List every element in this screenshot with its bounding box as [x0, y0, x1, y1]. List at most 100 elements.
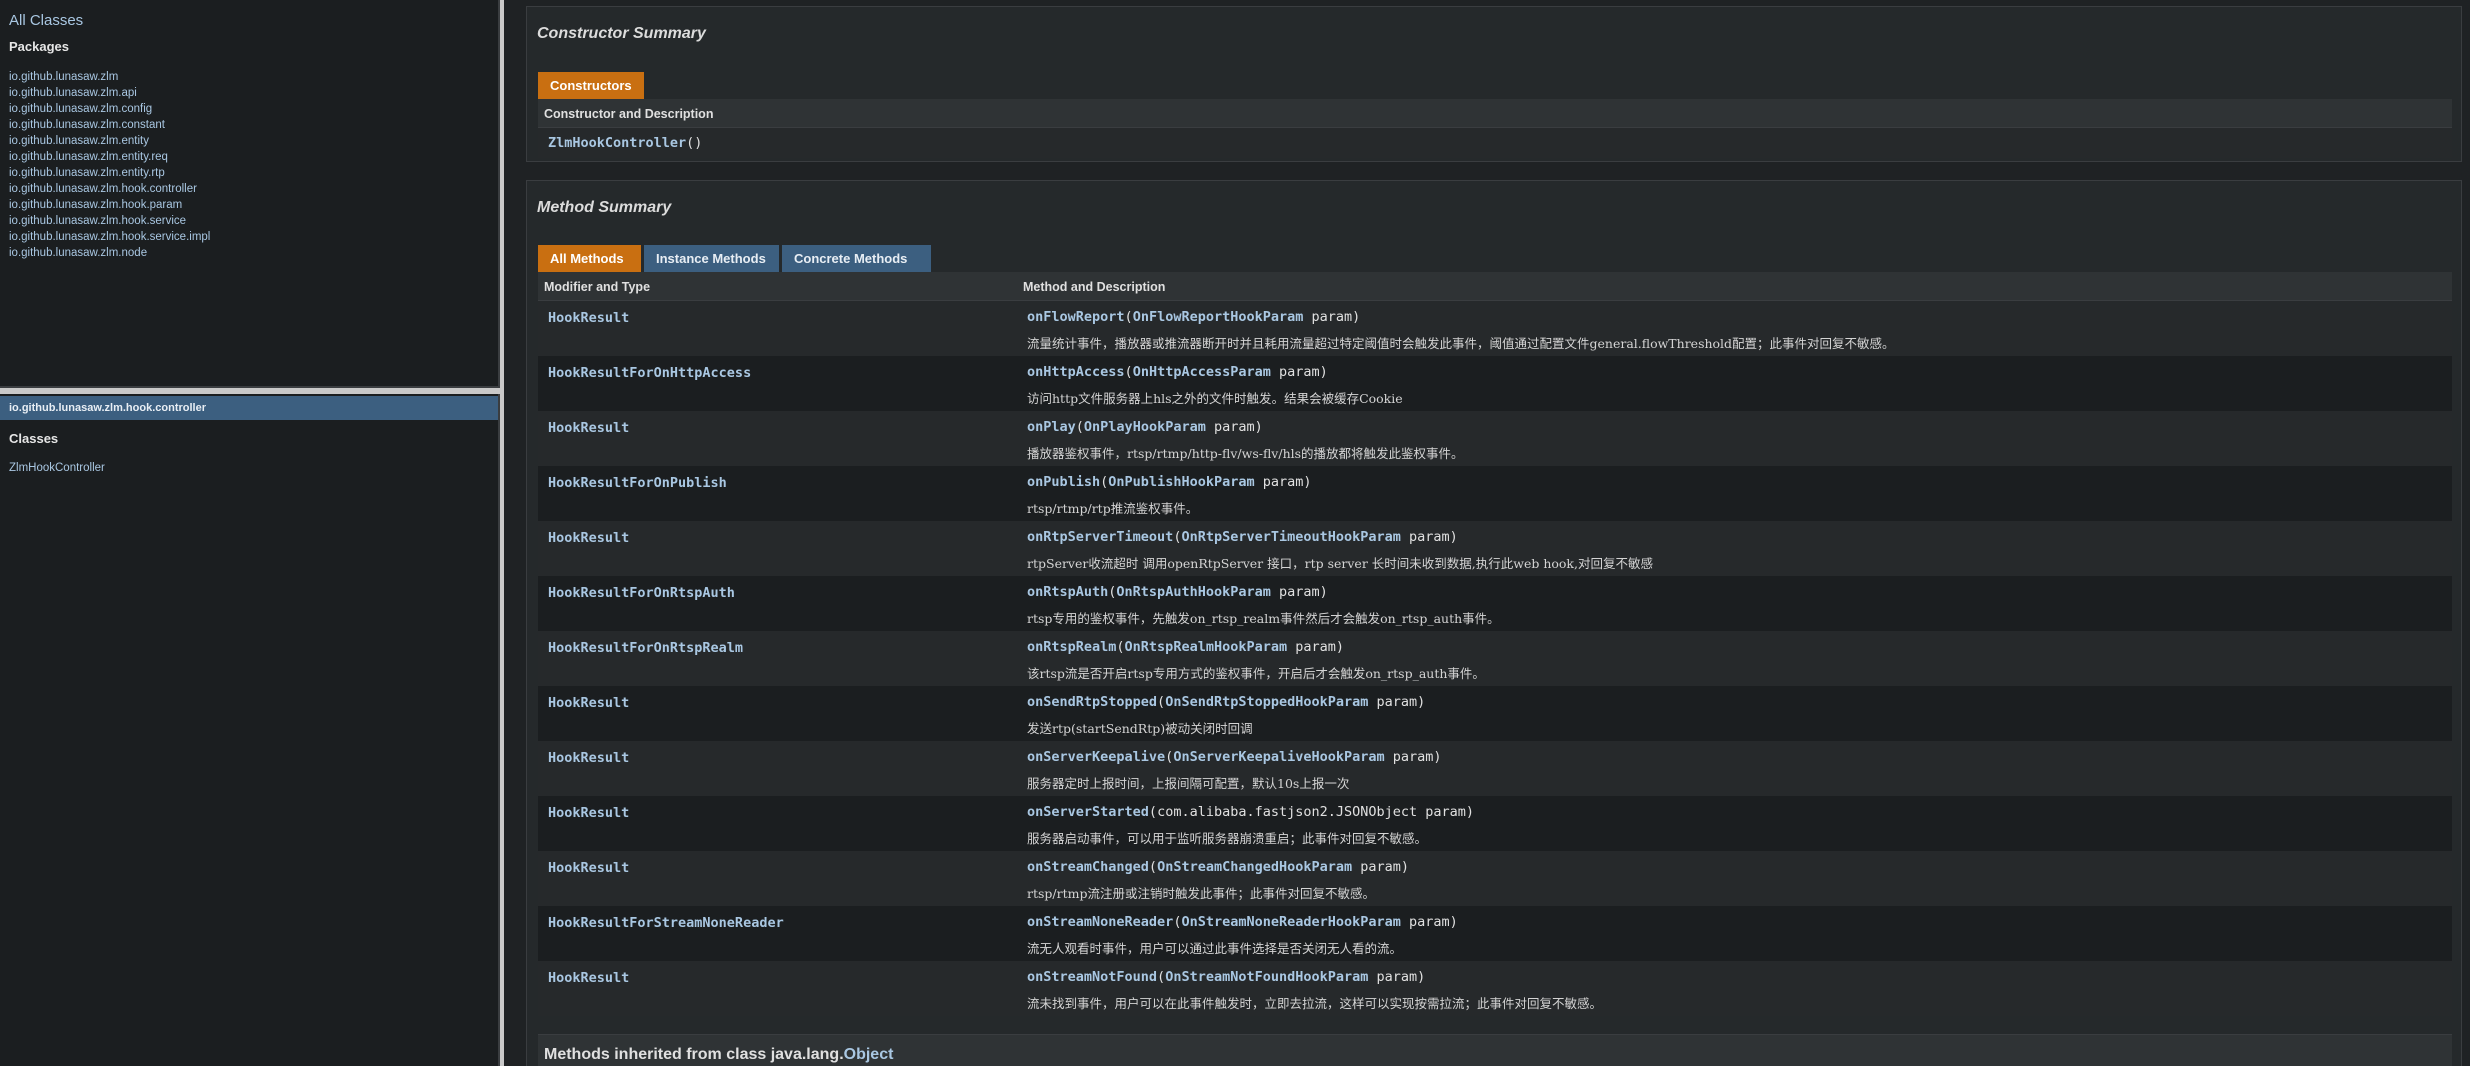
param-type-link[interactable]: OnServerKeepaliveHookParam	[1173, 749, 1384, 765]
method-description: 服务器定时上报时间，上报间隔可配置，默认10s上报一次	[1027, 776, 1350, 791]
return-type-link[interactable]: HookResult	[548, 530, 629, 546]
current-package-header[interactable]: io.github.lunasaw.zlm.hook.controller	[0, 396, 498, 420]
method-signature: onServerKeepalive(OnServerKeepaliveHookP…	[1027, 749, 1442, 765]
table-row: HookResult onFlowReport(OnFlowReportHookP…	[538, 301, 2452, 356]
method-link[interactable]: onPublish	[1027, 474, 1100, 490]
table-row: HookResultForOnRtspRealm onRtspRealm(OnRt…	[538, 631, 2452, 686]
constructor-summary-title: Constructor Summary	[537, 25, 706, 42]
return-type-link[interactable]: HookResultForOnRtspRealm	[548, 640, 743, 656]
tab-all-methods[interactable]: All Methods	[538, 245, 641, 272]
method-link[interactable]: onRtpServerTimeout	[1027, 529, 1173, 545]
constructor-summary-section: Constructor Summary Constructors Constru…	[526, 6, 2462, 162]
constructor-table-header: Constructor and Description	[538, 99, 2452, 128]
param-type-link[interactable]: OnRtspRealmHookParam	[1125, 639, 1288, 655]
param-name: param)	[1400, 529, 1458, 545]
param-type-link[interactable]: OnPublishHookParam	[1108, 474, 1254, 490]
return-type-link[interactable]: HookResultForStreamNoneReader	[548, 915, 784, 931]
tab-concrete-methods[interactable]: Concrete Methods	[782, 245, 931, 272]
table-row: HookResultForOnRtspAuth onRtspAuth(OnRtsp…	[538, 576, 2452, 631]
return-type-link[interactable]: HookResult	[548, 420, 629, 436]
table-row: HookResult onServerStarted(com.alibaba.fa…	[538, 796, 2452, 851]
param-name: param)	[1368, 694, 1426, 710]
method-link[interactable]: onServerStarted	[1027, 804, 1149, 820]
method-rows: HookResult onFlowReport ( OnFlowReportHookP…	[538, 301, 2452, 1016]
method-link[interactable]: onFlowReport	[1027, 309, 1125, 325]
table-row: HookResult onStreamChanged(OnStreamChange…	[538, 851, 2452, 906]
return-type-link[interactable]: HookResultForOnHttpAccess	[548, 365, 751, 381]
package-link[interactable]: io.github.lunasaw.zlm.config	[9, 103, 152, 115]
method-signature: onStreamChanged(OnStreamChangedHookParam…	[1027, 859, 1409, 875]
param-name: param)	[1368, 969, 1426, 985]
inherited-methods-title: Methods inherited from class java.lang.O…	[544, 1046, 893, 1064]
package-link[interactable]: io.github.lunasaw.zlm.constant	[9, 119, 165, 131]
method-link[interactable]: onServerKeepalive	[1027, 749, 1165, 765]
package-link[interactable]: io.github.lunasaw.zlm.node	[9, 247, 147, 259]
method-signature: onStreamNoneReader(OnStreamNoneReaderHoo…	[1027, 914, 1458, 930]
object-class-link[interactable]: Object	[844, 1046, 894, 1063]
param-type-link[interactable]: OnStreamNotFoundHookParam	[1165, 969, 1368, 985]
method-description: rtpServer收流超时 调用openRtpServer 接口，rtp ser…	[1027, 556, 1653, 571]
return-type-link[interactable]: HookResult	[548, 970, 629, 986]
return-type-link[interactable]: HookResult	[548, 750, 629, 766]
method-table: Modifier and Type Method and Description…	[538, 272, 2452, 1016]
param-type-link[interactable]: OnSendRtpStoppedHookParam	[1165, 694, 1368, 710]
return-type-link[interactable]: HookResultForOnPublish	[548, 475, 727, 491]
param-name: param)	[1352, 859, 1410, 875]
package-link[interactable]: io.github.lunasaw.zlm.hook.controller	[9, 183, 197, 195]
class-link-zlmhookcontroller[interactable]: ZlmHookController	[9, 462, 105, 474]
param-type-link[interactable]: OnRtpServerTimeoutHookParam	[1181, 529, 1400, 545]
return-type-link[interactable]: HookResultForOnRtspAuth	[548, 585, 735, 601]
package-link[interactable]: io.github.lunasaw.zlm.api	[9, 87, 137, 99]
param-type-link[interactable]: OnStreamChangedHookParam	[1157, 859, 1352, 875]
method-link[interactable]: onStreamChanged	[1027, 859, 1149, 875]
package-link[interactable]: io.github.lunasaw.zlm.hook.service.impl	[9, 231, 210, 243]
method-link[interactable]: onRtspRealm	[1027, 639, 1116, 655]
method-summary-title: Method Summary	[537, 199, 672, 216]
method-link[interactable]: onStreamNotFound	[1027, 969, 1157, 985]
open-paren: (	[1157, 694, 1166, 710]
method-description: rtsp/rtmp/rtp推流鉴权事件。	[1027, 501, 1199, 516]
method-link[interactable]: onStreamNoneReader	[1027, 914, 1173, 930]
table-row: HookResultForStreamNoneReader onStreamNon…	[538, 906, 2452, 961]
param-type-link[interactable]: OnFlowReportHookParam	[1133, 309, 1304, 325]
param-name: param)	[1270, 584, 1328, 600]
column-header-constructor: Constructor and Description	[544, 107, 714, 121]
constructor-params: ()	[686, 135, 703, 151]
packages-heading: Packages	[9, 39, 69, 54]
constructor-link[interactable]: ZlmHookController	[548, 135, 686, 151]
param-type-link[interactable]: OnHttpAccessParam	[1133, 364, 1271, 380]
package-link[interactable]: io.github.lunasaw.zlm.entity.rtp	[9, 167, 165, 179]
method-link[interactable]: onPlay	[1027, 419, 1076, 435]
column-header-modifier: Modifier and Type	[544, 280, 651, 294]
method-link[interactable]: onRtspAuth	[1027, 584, 1108, 600]
return-type-link[interactable]: HookResult	[548, 310, 629, 326]
param-name: param)	[1384, 749, 1442, 765]
method-link[interactable]: onHttpAccess	[1027, 364, 1125, 380]
method-signature: onRtpServerTimeout(OnRtpServerTimeoutHoo…	[1027, 529, 1458, 545]
table-row: HookResultForOnPublish onPublish(OnPublis…	[538, 466, 2452, 521]
param-name: param)	[1205, 419, 1263, 435]
package-link[interactable]: io.github.lunasaw.zlm	[9, 71, 118, 83]
tab-instance-methods[interactable]: Instance Methods	[644, 245, 779, 272]
return-type-link[interactable]: HookResult	[548, 860, 629, 876]
tab-constructors[interactable]: Constructors	[538, 72, 644, 99]
param-type-link[interactable]: OnRtspAuthHookParam	[1116, 584, 1270, 600]
method-link[interactable]: onSendRtpStopped	[1027, 694, 1157, 710]
return-type-link[interactable]: HookResult	[548, 805, 629, 821]
table-row: HookResult onRtpServerTimeout(OnRtpServer…	[538, 521, 2452, 576]
method-table-header: Modifier and Type Method and Description	[538, 272, 2452, 301]
method-signature: onStreamNotFound(OnStreamNotFoundHookPar…	[1027, 969, 1425, 985]
method-description: 流量统计事件，播放器或推流器断开时并且耗用流量超过特定阈值时会触发此事件，阈值通…	[1027, 336, 1895, 351]
param-type-link[interactable]: OnStreamNoneReaderHookParam	[1181, 914, 1400, 930]
table-row: HookResultForOnHttpAccess onHttpAccess(On…	[538, 356, 2452, 411]
open-paren: (	[1116, 639, 1125, 655]
return-type-link[interactable]: HookResult	[548, 695, 629, 711]
package-link[interactable]: io.github.lunasaw.zlm.entity	[9, 135, 149, 147]
all-classes-link[interactable]: All Classes	[9, 12, 83, 29]
package-link[interactable]: io.github.lunasaw.zlm.hook.param	[9, 199, 182, 211]
param-name: param)	[1287, 639, 1345, 655]
param-name: param)	[1303, 309, 1361, 325]
package-link[interactable]: io.github.lunasaw.zlm.hook.service	[9, 215, 186, 227]
package-link[interactable]: io.github.lunasaw.zlm.entity.req	[9, 151, 168, 163]
param-type-link[interactable]: OnPlayHookParam	[1084, 419, 1206, 435]
